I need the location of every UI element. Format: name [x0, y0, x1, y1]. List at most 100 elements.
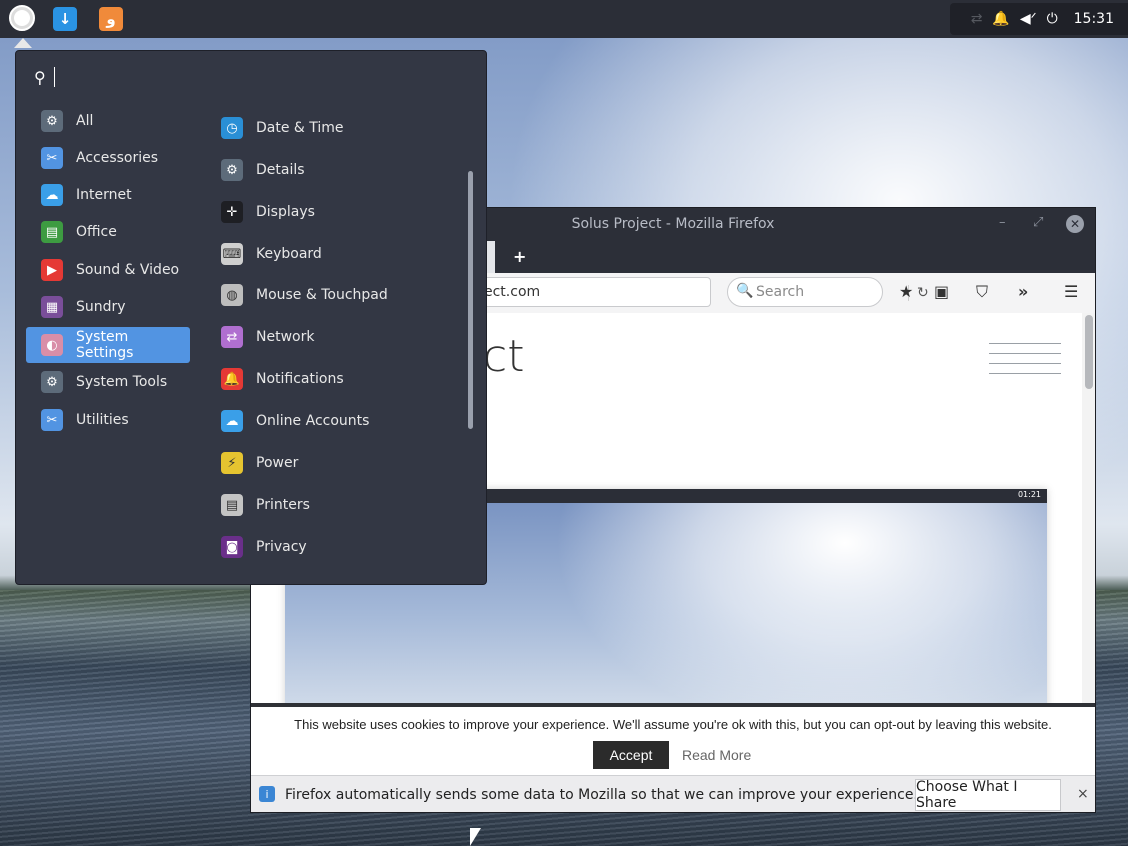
- mouse-pointer: [470, 828, 481, 846]
- search-input[interactable]: [53, 67, 55, 87]
- menu-scrollbar[interactable]: [468, 171, 473, 429]
- category-label: System Tools: [76, 374, 168, 390]
- category-office[interactable]: ▤ Office: [26, 214, 190, 250]
- app-date-time[interactable]: ◷ Date & Time: [211, 110, 344, 146]
- app-label: Notifications: [256, 371, 344, 387]
- gear-icon: ⚙: [41, 371, 63, 393]
- screenshot-clock: 01:21: [1017, 490, 1041, 499]
- overflow-icon[interactable]: »: [1018, 282, 1028, 301]
- close-icon[interactable]: ×: [1077, 786, 1089, 802]
- power-icon[interactable]: ⏻: [1047, 11, 1058, 27]
- cookie-banner: This website uses cookies to improve you…: [251, 703, 1095, 779]
- category-system-settings[interactable]: ◐ System Settings: [26, 327, 190, 363]
- category-system-tools[interactable]: ⚙ System Tools: [26, 364, 190, 400]
- scissors-icon: ✂: [41, 147, 63, 169]
- menu-launcher-button[interactable]: [9, 5, 35, 31]
- app-label: Date & Time: [256, 120, 344, 136]
- url-text: ect.com: [484, 284, 541, 300]
- category-sundry[interactable]: ▦ Sundry: [26, 289, 190, 325]
- choose-what-i-share-button[interactable]: Choose What I Share: [915, 779, 1061, 811]
- notification-bar: i Firefox automatically sends some data …: [251, 775, 1095, 812]
- grid-icon: ▦: [41, 296, 63, 318]
- category-accessories[interactable]: ✂ Accessories: [26, 140, 190, 176]
- scissors-icon: ✂: [41, 409, 63, 431]
- toggles-icon: ◐: [41, 334, 63, 356]
- system-tray: ⇄ 🔔 ◀ᐟ ⏻ 15:31: [950, 3, 1128, 35]
- top-panel: ↓ ﻭ ⇄ 🔔 ◀ᐟ ⏻ 15:31: [0, 0, 1128, 38]
- category-all[interactable]: ⚙ All: [26, 103, 190, 139]
- mask-icon: ◙: [221, 536, 243, 558]
- cookie-message: This website uses cookies to improve you…: [294, 717, 1052, 732]
- close-icon[interactable]: ✕: [1066, 215, 1084, 233]
- play-icon: ▶: [41, 259, 63, 281]
- pocket-icon[interactable]: ⛉: [976, 282, 988, 302]
- accept-cookies-button[interactable]: Accept: [593, 741, 669, 769]
- gear-icon: ⚙: [221, 159, 243, 181]
- volume-muted-icon[interactable]: ◀ᐟ: [1020, 11, 1037, 27]
- app-keyboard[interactable]: ⌨ Keyboard: [211, 236, 322, 272]
- app-notifications[interactable]: 🔔 Notifications: [211, 361, 344, 397]
- app-mouse-touchpad[interactable]: ◍ Mouse & Touchpad: [211, 277, 388, 313]
- app-label: Power: [256, 455, 299, 471]
- download-icon[interactable]: ↓: [53, 7, 77, 31]
- firefox-icon[interactable]: ﻭ: [99, 7, 123, 31]
- url-bar[interactable]: ect.com ↻: [477, 277, 929, 307]
- document-icon: ▤: [41, 221, 63, 243]
- network-icon[interactable]: ⇄: [971, 11, 983, 27]
- category-label: All: [76, 113, 94, 129]
- notification-message: Firefox automatically sends some data to…: [285, 787, 918, 803]
- tab-solus-project[interactable]: [487, 241, 495, 273]
- search-input[interactable]: 🔍 Search: [727, 277, 883, 307]
- clock[interactable]: 15:31: [1074, 11, 1114, 27]
- bell-icon: 🔔: [221, 368, 243, 390]
- category-sound-video[interactable]: ▶ Sound & Video: [26, 252, 190, 288]
- category-label: Utilities: [76, 412, 129, 428]
- bell-icon[interactable]: 🔔: [992, 11, 1009, 27]
- maximize-icon[interactable]: ⤢: [1033, 215, 1043, 230]
- gear-icon: ⚙: [41, 110, 63, 132]
- app-displays[interactable]: ✛ Displays: [211, 194, 315, 230]
- app-online-accounts[interactable]: ☁ Online Accounts: [211, 403, 369, 439]
- app-power[interactable]: ⚡ Power: [211, 445, 298, 481]
- category-label: Accessories: [76, 150, 159, 166]
- app-privacy[interactable]: ◙ Privacy: [211, 529, 307, 565]
- clock-icon: ◷: [221, 117, 243, 139]
- app-details[interactable]: ⚙ Details: [211, 152, 305, 188]
- app-network[interactable]: ⇄ Network: [211, 319, 314, 355]
- category-label: Sundry: [76, 299, 126, 315]
- printer-icon: ▤: [221, 494, 243, 516]
- cloud-icon: ☁: [41, 184, 63, 206]
- cloud-icon: ☁: [221, 410, 243, 432]
- site-menu-icon[interactable]: [989, 343, 1061, 383]
- new-tab-button[interactable]: +: [513, 247, 526, 266]
- page-scrollbar[interactable]: [1085, 315, 1093, 389]
- search-placeholder: Search: [756, 284, 805, 300]
- app-label: Displays: [256, 204, 315, 220]
- keyboard-icon: ⌨: [221, 243, 243, 265]
- app-label: Keyboard: [256, 246, 322, 262]
- network-icon: ⇄: [221, 326, 243, 348]
- app-printers[interactable]: ▤ Printers: [211, 487, 310, 523]
- app-label: Network: [256, 329, 315, 345]
- hamburger-menu-icon[interactable]: ☰: [1064, 282, 1078, 301]
- app-label: Online Accounts: [256, 413, 370, 429]
- application-menu: ⚲ ⚙ All ✂ Accessories ☁ Internet ▤ Office ▶ S…: [15, 50, 487, 585]
- app-label: Details: [256, 162, 305, 178]
- library-icon[interactable]: ▣: [934, 282, 949, 301]
- minimize-icon[interactable]: –: [999, 215, 1006, 230]
- mouse-icon: ◍: [221, 284, 243, 306]
- app-label: Mouse & Touchpad: [256, 287, 388, 303]
- menu-pointer: [14, 38, 32, 48]
- category-label: System Settings: [76, 329, 134, 361]
- category-label: Office: [76, 224, 117, 240]
- displays-icon: ✛: [221, 201, 243, 223]
- power-icon: ⚡: [221, 452, 243, 474]
- menu-search[interactable]: ⚲: [34, 65, 55, 89]
- category-label: Sound & Video: [76, 262, 180, 278]
- app-label: Printers: [256, 497, 310, 513]
- category-internet[interactable]: ☁ Internet: [26, 177, 190, 213]
- read-more-link[interactable]: Read More: [682, 747, 751, 763]
- category-utilities[interactable]: ✂ Utilities: [26, 402, 190, 438]
- bookmark-star-icon[interactable]: ★: [899, 282, 913, 301]
- search-icon: ⚲: [34, 67, 46, 87]
